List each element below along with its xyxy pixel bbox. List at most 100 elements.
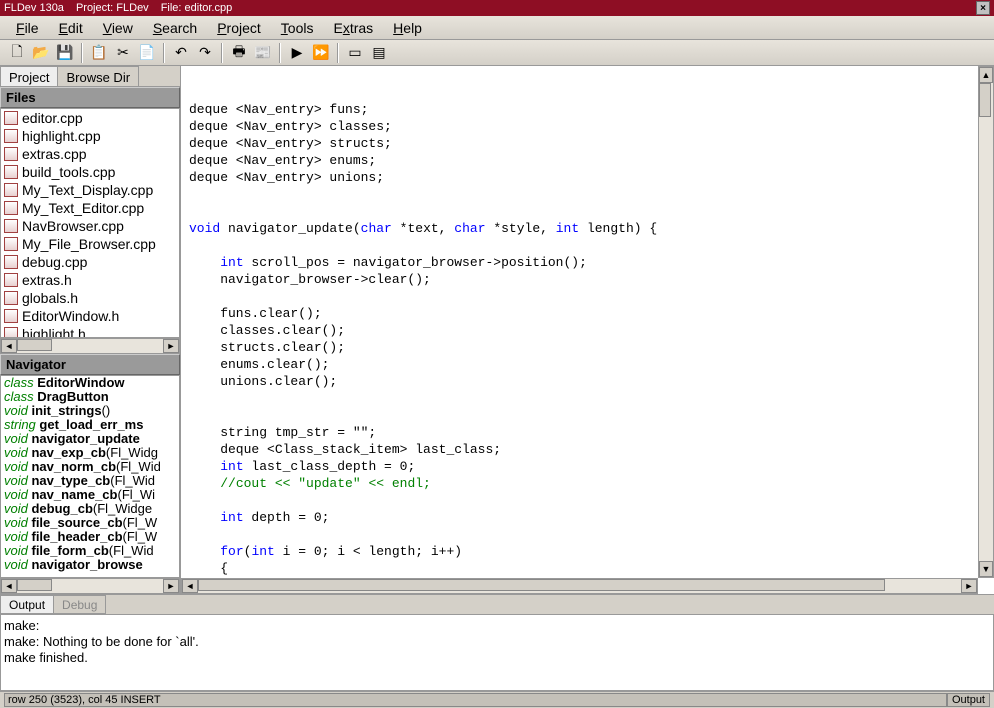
- file-name: debug.cpp: [22, 254, 87, 270]
- editor-hscroll[interactable]: ◄ ►: [181, 578, 978, 594]
- toolbar-separator: [163, 43, 165, 63]
- source-file-icon: [4, 309, 18, 323]
- tile-icon[interactable]: ▤: [368, 42, 390, 64]
- scroll-right-icon[interactable]: ►: [163, 579, 179, 593]
- file-item[interactable]: NavBrowser.cpp: [1, 217, 179, 235]
- scroll-left-icon[interactable]: ◄: [1, 579, 17, 593]
- code-editor[interactable]: deque <Nav_entry> funs; deque <Nav_entry…: [181, 66, 994, 594]
- menu-project[interactable]: Project: [207, 17, 271, 39]
- navigator-item[interactable]: void nav_norm_cb(Fl_Wid: [1, 460, 179, 474]
- file-name: My_File_Browser.cpp: [22, 236, 156, 252]
- save-file-icon[interactable]: 💾: [54, 42, 76, 64]
- output-content: make: make: Nothing to be done for `all'…: [0, 614, 994, 691]
- file-name: globals.h: [22, 290, 78, 306]
- output-tabs: Output Debug: [0, 594, 994, 614]
- navigator-item[interactable]: void nav_type_cb(Fl_Wid: [1, 474, 179, 488]
- scroll-right-icon[interactable]: ►: [163, 339, 179, 353]
- undo-icon[interactable]: ↶: [170, 42, 192, 64]
- file-name: My_Text_Editor.cpp: [22, 200, 144, 216]
- tab-output[interactable]: Output: [0, 595, 54, 614]
- nav-hscroll[interactable]: ◄ ►: [0, 578, 180, 594]
- main-area: Project Browse Dir Files editor.cpp highl…: [0, 66, 994, 594]
- navigator-item[interactable]: void file_source_cb(Fl_W: [1, 516, 179, 530]
- app-name: FLDev 130a: [4, 2, 64, 14]
- editor-area: deque <Nav_entry> funs; deque <Nav_entry…: [181, 66, 994, 594]
- toolbar-separator: [337, 43, 339, 63]
- file-list[interactable]: editor.cpp highlight.cppextras.cppbuild_t…: [0, 108, 180, 338]
- navigator-item[interactable]: void navigator_browse: [1, 558, 179, 572]
- menu-tools[interactable]: Tools: [271, 17, 324, 39]
- tab-browsedir[interactable]: Browse Dir: [57, 66, 139, 86]
- navigator-item[interactable]: void nav_exp_cb(Fl_Widg: [1, 446, 179, 460]
- navigator-item[interactable]: void nav_name_cb(Fl_Wi: [1, 488, 179, 502]
- scroll-down-icon[interactable]: ▼: [979, 561, 993, 577]
- source-file-icon: [4, 255, 18, 269]
- files-header: Files: [0, 87, 180, 108]
- file-item[interactable]: highlight.h: [1, 325, 179, 338]
- navigator-item[interactable]: void navigator_update: [1, 432, 179, 446]
- editor-vscroll[interactable]: ▲ ▼: [978, 66, 994, 578]
- file-item[interactable]: My_Text_Editor.cpp: [1, 199, 179, 217]
- scroll-left-icon[interactable]: ◄: [182, 579, 198, 593]
- left-panel: Project Browse Dir Files editor.cpp highl…: [0, 66, 181, 594]
- navigator-item[interactable]: class EditorWindow: [1, 376, 179, 390]
- navigator-item[interactable]: void debug_cb(Fl_Widge: [1, 502, 179, 516]
- titlebar: FLDev 130a Project: FLDev File: editor.c…: [0, 0, 994, 16]
- run-icon[interactable]: ▶: [286, 42, 308, 64]
- file-name: NavBrowser.cpp: [22, 218, 124, 234]
- window-icon[interactable]: ▭: [344, 42, 366, 64]
- file-item[interactable]: extras.h: [1, 271, 179, 289]
- scroll-right-icon[interactable]: ►: [961, 579, 977, 593]
- file-item[interactable]: globals.h: [1, 289, 179, 307]
- status-right[interactable]: Output: [947, 693, 990, 707]
- file-name: editor.cpp: [22, 110, 83, 126]
- files-hscroll[interactable]: ◄ ►: [0, 338, 180, 354]
- source-file-icon: [4, 219, 18, 233]
- navigator-item[interactable]: string get_load_err_ms: [1, 418, 179, 432]
- file-item[interactable]: build_tools.cpp: [1, 163, 179, 181]
- file-name: highlight.h: [22, 326, 86, 338]
- menu-edit[interactable]: Edit: [49, 17, 93, 39]
- scroll-up-icon[interactable]: ▲: [979, 67, 993, 83]
- tab-debug[interactable]: Debug: [53, 595, 106, 614]
- menu-help[interactable]: Help: [383, 17, 432, 39]
- toolbar-separator: [221, 43, 223, 63]
- navigator-item[interactable]: void init_strings(): [1, 404, 179, 418]
- menubar: File Edit View Search Project Tools Extr…: [0, 16, 994, 40]
- source-file-icon: [4, 183, 18, 197]
- print-preview-icon[interactable]: 📰: [252, 42, 274, 64]
- build-run-icon[interactable]: ⏩: [310, 42, 332, 64]
- navigator-item[interactable]: void file_header_cb(Fl_W: [1, 530, 179, 544]
- open-file-icon[interactable]: 📂: [30, 42, 52, 64]
- toolbar: 🗋📂💾 📋✂📄 ↶↷ 🖶📰 ▶⏩ ▭▤: [0, 40, 994, 66]
- file-item[interactable]: editor.cpp: [1, 109, 179, 127]
- toolbar-separator: [279, 43, 281, 63]
- tab-project[interactable]: Project: [0, 66, 58, 86]
- navigator-item[interactable]: void file_form_cb(Fl_Wid: [1, 544, 179, 558]
- file-item[interactable]: My_File_Browser.cpp: [1, 235, 179, 253]
- left-tabs: Project Browse Dir: [0, 66, 180, 87]
- copy-icon[interactable]: 📋: [88, 42, 110, 64]
- file-item[interactable]: My_Text_Display.cpp: [1, 181, 179, 199]
- output-line: make: Nothing to be done for `all'.: [4, 634, 990, 650]
- redo-icon[interactable]: ↷: [194, 42, 216, 64]
- file-name: highlight.cpp: [22, 128, 101, 144]
- file-item[interactable]: EditorWindow.h: [1, 307, 179, 325]
- menu-search[interactable]: Search: [143, 17, 207, 39]
- source-file-icon: [4, 147, 18, 161]
- menu-file[interactable]: File: [6, 17, 49, 39]
- new-file-icon[interactable]: 🗋: [6, 42, 28, 64]
- cut-icon[interactable]: ✂: [112, 42, 134, 64]
- navigator-list[interactable]: class EditorWindowclass DragButtonvoid i…: [0, 375, 180, 578]
- close-icon[interactable]: ×: [976, 1, 990, 15]
- scroll-left-icon[interactable]: ◄: [1, 339, 17, 353]
- file-item[interactable]: highlight.cpp: [1, 127, 179, 145]
- paste-icon[interactable]: 📄: [136, 42, 158, 64]
- navigator-item[interactable]: class DragButton: [1, 390, 179, 404]
- menu-view[interactable]: View: [93, 17, 143, 39]
- source-file-icon: [4, 237, 18, 251]
- file-item[interactable]: extras.cpp: [1, 145, 179, 163]
- menu-extras[interactable]: Extras: [323, 17, 383, 39]
- file-item[interactable]: debug.cpp: [1, 253, 179, 271]
- print-icon[interactable]: 🖶: [228, 42, 250, 64]
